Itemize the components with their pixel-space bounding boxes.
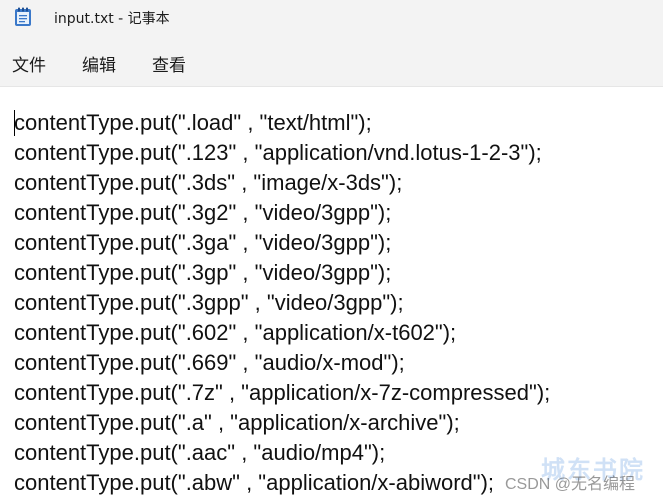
watermark-text: CSDN @无名编程 [505, 476, 636, 493]
text-line: contentType.put(".123" , "application/vn… [14, 140, 542, 165]
text-line: contentType.put(".3ds" , "image/x-3ds"); [14, 170, 403, 195]
notepad-window: input.txt - 记事本 文件 编辑 查看 contentType.put… [0, 0, 663, 499]
text-line: contentType.put(".669" , "audio/x-mod"); [14, 350, 405, 375]
menu-view[interactable]: 查看 [152, 51, 186, 76]
notepad-icon [15, 7, 31, 26]
text-line: contentType.put(".7z" , "application/x-7… [14, 380, 551, 405]
text-editor-area[interactable]: contentType.put(".load" , "text/html"); … [0, 87, 663, 499]
menu-file[interactable]: 文件 [12, 51, 46, 76]
text-caret [14, 110, 15, 136]
text-line: contentType.put(".3g2" , "video/3gpp"); [14, 200, 392, 225]
text-line: contentType.put(".load" , "text/html"); [14, 110, 372, 135]
title-bar: input.txt - 记事本 [0, 0, 663, 36]
text-line: contentType.put(".602" , "application/x-… [14, 320, 457, 345]
text-line: contentType.put(".aac" , "audio/mp4"); [14, 440, 386, 465]
menu-edit[interactable]: 编辑 [82, 51, 116, 76]
window-title: input.txt - 记事本 [54, 11, 170, 27]
menu-bar: 文件 编辑 查看 [0, 36, 663, 87]
text-line: contentType.put(".abw" , "application/x-… [14, 470, 495, 495]
text-line: contentType.put(".3gp" , "video/3gpp"); [14, 260, 392, 285]
text-line: contentType.put(".3gpp" , "video/3gpp"); [14, 290, 404, 315]
text-line: contentType.put(".3ga" , "video/3gpp"); [14, 230, 392, 255]
text-line: contentType.put(".a" , "application/x-ar… [14, 410, 460, 435]
